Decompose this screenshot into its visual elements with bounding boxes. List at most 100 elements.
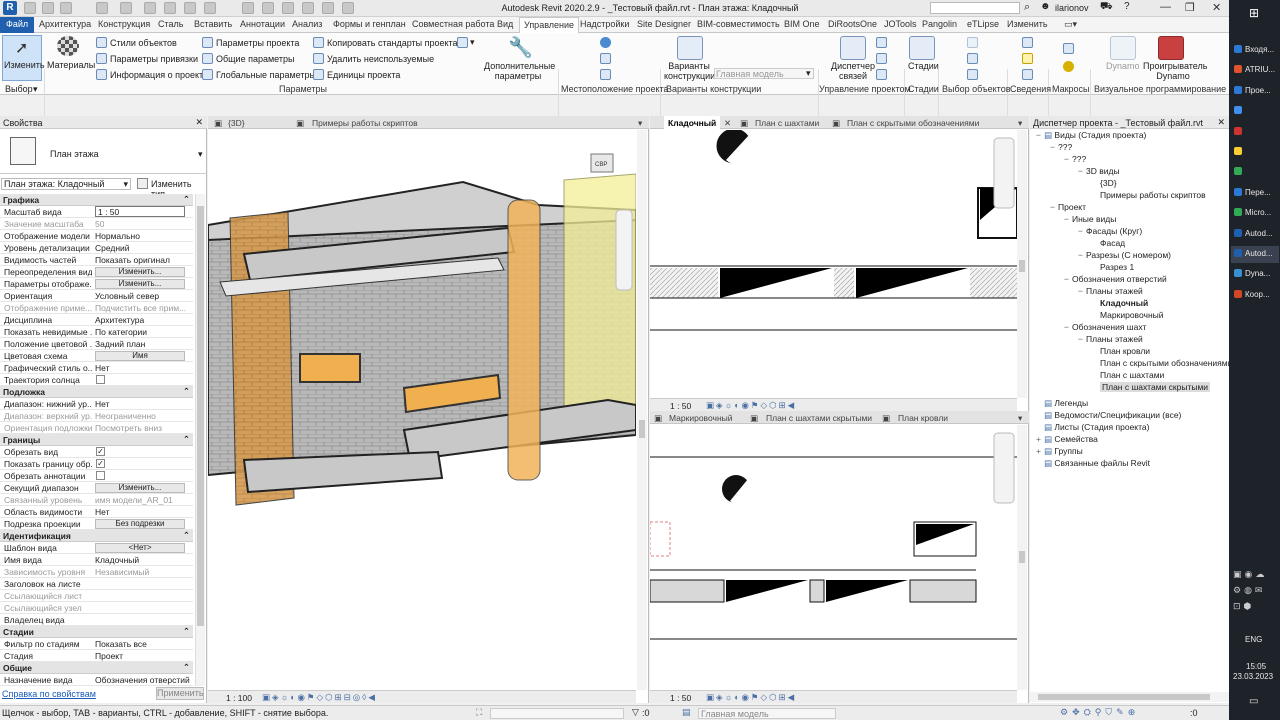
clock-date[interactable]: 23.03.2023 xyxy=(1233,672,1273,681)
property-row[interactable]: Ориентация подложки Посмотреть вниз xyxy=(0,422,193,434)
collapse-icon[interactable]: − xyxy=(1064,214,1072,224)
dynamo-button[interactable]: Dynamo xyxy=(1106,61,1140,71)
warnings-icon[interactable] xyxy=(1022,53,1033,64)
property-value[interactable]: Нормально xyxy=(95,231,191,241)
tree-node[interactable]: − Фасады (Круг) xyxy=(1078,226,1142,236)
taskbar-app[interactable]: Micro... xyxy=(1231,205,1279,222)
global-params-button[interactable]: Глобальные параметры xyxy=(216,70,316,80)
tree-node[interactable]: Разрез 1 xyxy=(1092,262,1134,272)
coordinates-icon[interactable] xyxy=(600,53,611,64)
property-value[interactable]: Архитектура xyxy=(95,315,191,325)
plan-canvas[interactable] xyxy=(650,130,1017,398)
taskbar-app[interactable]: Autod... xyxy=(1231,246,1279,263)
tab-file[interactable]: Файл xyxy=(0,17,35,33)
transfer-standards-button[interactable]: Копировать стандарты проекта xyxy=(327,38,458,48)
plan-view-masonry[interactable]: Кладочный ✕ ▣ План с шахтами ▣ План с ск… xyxy=(650,116,1029,411)
collapse-icon[interactable]: − xyxy=(1078,334,1086,344)
close-icon[interactable]: ✕ xyxy=(1212,1,1221,14)
property-row[interactable]: Дисциплина Архитектура xyxy=(0,314,193,326)
user-name[interactable]: ilarionov xyxy=(1055,3,1089,13)
property-row[interactable]: Отображение модели Нормально xyxy=(0,230,193,242)
property-row[interactable]: Положение цветовой ... Задний план xyxy=(0,338,193,350)
text-icon[interactable] xyxy=(204,2,216,14)
property-value[interactable]: Обозначения отверстий xyxy=(95,675,191,685)
structural-settings-icon[interactable] xyxy=(457,37,468,48)
view-controls-icon[interactable]: ▣◈☼◐◉⚑◇⬡⊞⊟◎◊◀ xyxy=(262,692,377,703)
collapse-icon[interactable]: − xyxy=(1064,274,1072,284)
tab-jotools[interactable]: JOTools xyxy=(884,19,917,29)
tab-insert[interactable]: Вставить xyxy=(194,19,232,29)
tab-analyze[interactable]: Анализ xyxy=(292,19,322,29)
property-value[interactable]: Условный север xyxy=(95,291,191,301)
property-group-header[interactable]: Границы ⌃ xyxy=(0,434,193,446)
property-button[interactable]: <Нет> xyxy=(95,543,185,553)
minimize-icon[interactable]: — xyxy=(1160,1,1171,13)
property-row[interactable]: Заголовок на листе xyxy=(0,578,193,590)
tree-node[interactable]: − Планы этажей xyxy=(1078,286,1143,296)
property-row[interactable]: Масштаб вида 1 : 50 xyxy=(0,206,193,218)
tree-node[interactable]: − Обозначения отверстий xyxy=(1064,274,1167,284)
purge-button[interactable]: Удалить неиспользуемые xyxy=(327,54,434,64)
edit-type-icon[interactable] xyxy=(137,178,148,189)
sync-icon[interactable] xyxy=(60,2,72,14)
tree-node[interactable]: − Планы этажей xyxy=(1078,334,1143,344)
collapse-icon[interactable]: − xyxy=(1050,202,1058,212)
tree-node[interactable]: ▤ Ведомости/Спецификации (все) xyxy=(1036,410,1181,421)
property-value[interactable]: Проект xyxy=(95,651,191,661)
tab-addins[interactable]: Надстройки xyxy=(580,19,629,29)
tree-node[interactable]: − Обозначения шахт xyxy=(1064,322,1146,332)
property-button[interactable]: Изменить... xyxy=(95,483,185,493)
manage-links-icon[interactable] xyxy=(840,36,866,60)
property-row[interactable]: Траектория солнца xyxy=(0,374,193,386)
workset-select[interactable] xyxy=(490,708,624,719)
tree-node[interactable]: ▤ Связанные файлы Revit xyxy=(1036,458,1150,469)
open-icon[interactable] xyxy=(24,2,36,14)
worksets-icon[interactable]: ⛶ xyxy=(476,707,482,718)
print-icon[interactable] xyxy=(144,2,156,14)
collapse-icon[interactable]: − xyxy=(1036,130,1044,140)
tab-manage[interactable]: Управление xyxy=(519,17,580,34)
view-controls-icon[interactable]: ▣◈☼◐◉⚑◇⬡⊞◀ xyxy=(706,400,796,411)
taskbar-app[interactable]: ATRIU... xyxy=(1231,62,1279,79)
property-button[interactable]: Без подрезки xyxy=(95,519,185,529)
collapse-icon[interactable]: ⌃ xyxy=(183,626,190,637)
tab-site-designer[interactable]: Site Designer xyxy=(637,19,691,29)
property-row[interactable]: Переопределения вид... Изменить... xyxy=(0,266,193,278)
element-ids-icon[interactable] xyxy=(1022,37,1033,48)
collapse-icon[interactable]: − xyxy=(1078,286,1086,296)
collapse-icon[interactable]: ⌃ xyxy=(183,194,190,205)
position-icon[interactable] xyxy=(600,69,611,80)
scroll-thumb[interactable] xyxy=(1019,260,1025,272)
taskbar-app[interactable] xyxy=(1231,103,1279,120)
selection-edit-icon[interactable] xyxy=(967,69,978,80)
tree-node[interactable]: −3D виды xyxy=(1078,166,1120,176)
units-button[interactable]: Единицы проекта xyxy=(327,70,400,80)
taskbar-app[interactable]: Коор... xyxy=(1231,287,1279,304)
view-controls-icon[interactable]: ▣◈☼◐◉⚑◇⬡⊞◀ xyxy=(706,692,796,703)
select-panel-label[interactable]: Выбор xyxy=(5,84,33,94)
property-row[interactable]: Видимость частей Показать оригинал xyxy=(0,254,193,266)
property-row[interactable]: Ссылающийся узел xyxy=(0,602,193,614)
3d-model-canvas[interactable]: СВР xyxy=(208,130,636,690)
tab-view-3d[interactable]: {3D} xyxy=(228,118,245,128)
apply-button[interactable]: Применить xyxy=(156,687,204,700)
thin-lines-icon[interactable] xyxy=(282,2,294,14)
design-options-icon[interactable]: ▤ xyxy=(682,707,691,718)
dynamo-player-button[interactable]: Проигрыватель Dynamo xyxy=(1143,61,1207,81)
collapse-icon[interactable]: − xyxy=(1078,226,1086,236)
revit-logo-icon[interactable]: R xyxy=(3,1,17,15)
scale-label[interactable]: 1 : 100 xyxy=(226,693,252,703)
scale-label[interactable]: 1 : 50 xyxy=(670,401,691,411)
tree-node[interactable]: − Разрезы (С номером) xyxy=(1078,250,1171,260)
search-icon[interactable]: ⌕ xyxy=(1024,1,1030,14)
property-value[interactable]: Нет xyxy=(95,363,191,373)
property-button[interactable]: Изменить... xyxy=(95,279,185,289)
property-row[interactable]: Диапазон: верхний ур... Неограниченно xyxy=(0,410,193,422)
tree-node[interactable]: Маркировочный xyxy=(1092,310,1164,320)
property-checkbox[interactable] xyxy=(96,471,105,480)
horizontal-scrollbar[interactable] xyxy=(1030,692,1229,702)
ribbon-toggle-icon[interactable]: ▭▾ xyxy=(1064,19,1077,30)
tab-annotate[interactable]: Аннотации xyxy=(240,19,285,29)
tree-node[interactable]: − Иные виды xyxy=(1064,214,1116,224)
property-row[interactable]: Владелец вида xyxy=(0,614,193,626)
